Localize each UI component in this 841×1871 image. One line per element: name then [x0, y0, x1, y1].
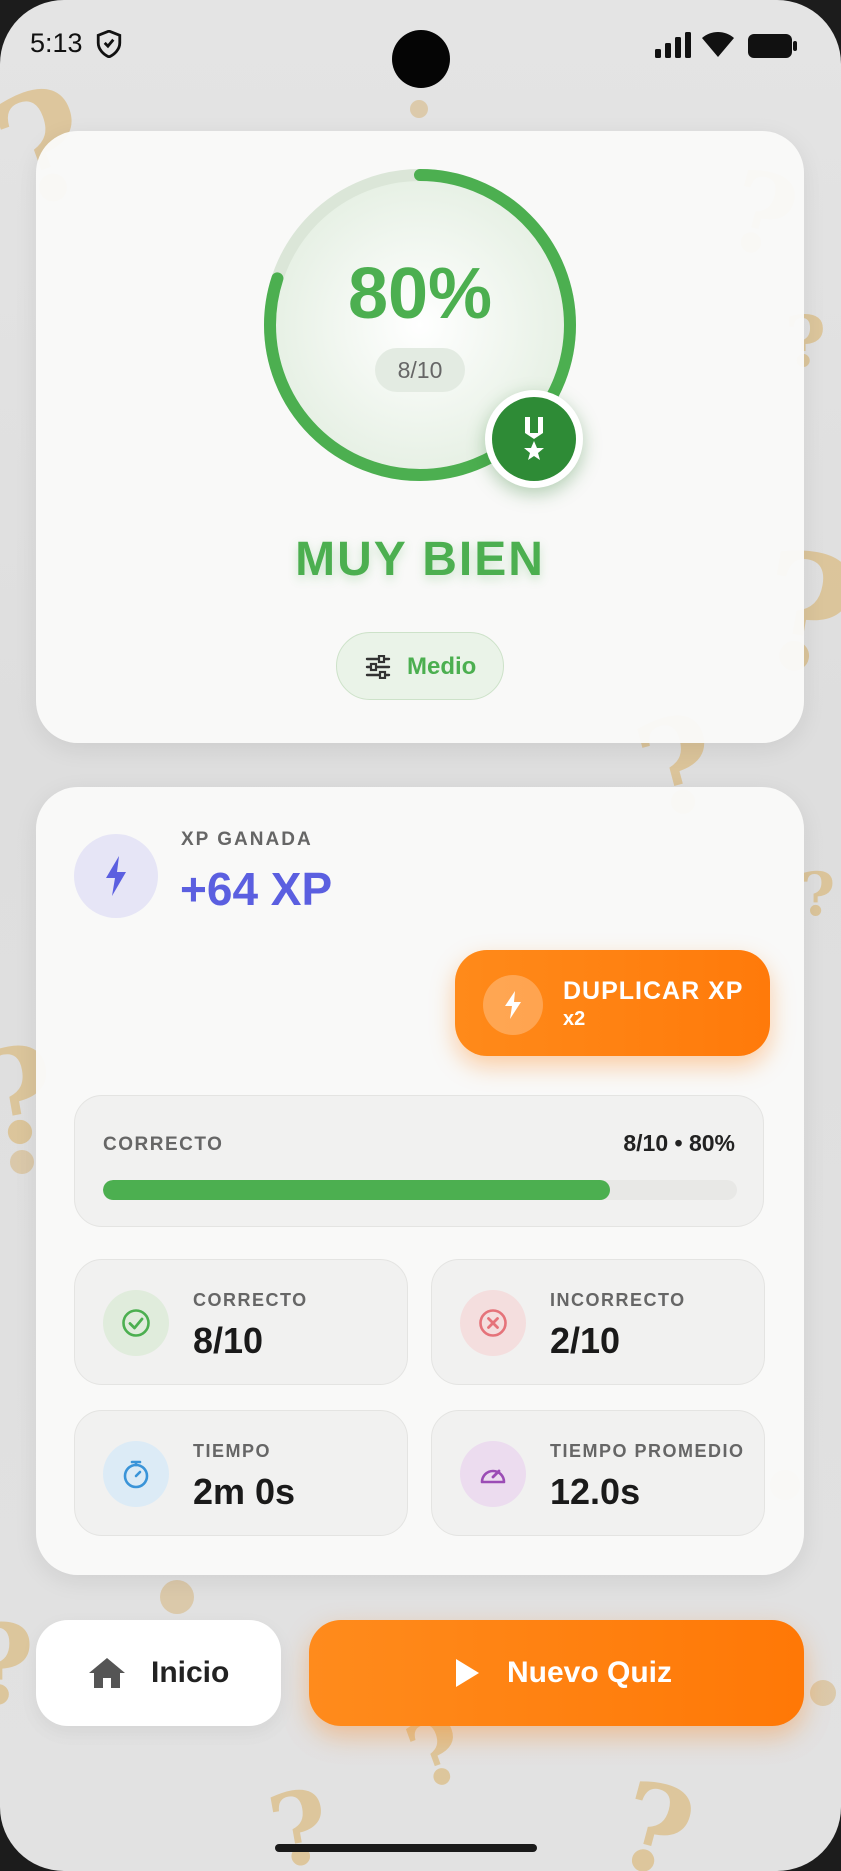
wifi-icon	[702, 32, 734, 57]
medal-badge	[485, 390, 583, 488]
stopwatch-icon	[123, 1460, 149, 1489]
cellular-signal-icon	[655, 32, 691, 58]
correct-progress: CORRECTO 8/10 • 80%	[74, 1095, 764, 1227]
progress-label: CORRECTO	[103, 1134, 224, 1155]
result-verdict: MUY BIEN	[295, 533, 545, 586]
stat-value: 2/10	[550, 1320, 621, 1361]
progress-fill	[103, 1180, 611, 1200]
background-dot	[160, 1580, 194, 1614]
score-fraction: 8/10	[375, 348, 465, 392]
lightning-icon	[106, 856, 126, 896]
sliders-icon	[365, 655, 391, 679]
background-dot	[10, 1150, 34, 1174]
speedometer-icon	[480, 1469, 506, 1484]
difficulty-label: Medio	[407, 653, 477, 680]
stat-label: CORRECTO	[193, 1290, 308, 1310]
stat-average-time: TIEMPO PROMEDIO 12.0s	[431, 1410, 765, 1536]
front-camera	[392, 30, 450, 88]
medal-icon	[524, 417, 544, 460]
background-decoration: ?	[800, 860, 836, 930]
background-dot	[810, 1680, 836, 1706]
xp-value: +64 XP	[180, 863, 333, 915]
x-circle-icon	[479, 1309, 507, 1337]
stat-label: TIEMPO PROMEDIO	[550, 1441, 745, 1461]
battery-icon	[748, 34, 797, 58]
stat-incorrect: INCORRECTO 2/10	[431, 1259, 765, 1385]
play-icon	[456, 1659, 479, 1687]
stat-value: 2m 0s	[193, 1471, 296, 1512]
lightning-icon	[505, 991, 521, 1019]
score-percent: 80%	[347, 254, 493, 334]
stat-time: TIEMPO 2m 0s	[74, 1410, 408, 1536]
new-quiz-button[interactable]: Nuevo Quiz	[309, 1620, 804, 1726]
phone-screen: ? ? ? ? ? ? ? ? ? ? ? 5:13	[0, 0, 841, 1871]
double-xp-button[interactable]: DUPLICAR XP x2	[455, 950, 770, 1056]
stat-label: TIEMPO	[193, 1441, 272, 1461]
home-icon	[89, 1658, 125, 1688]
home-button-label: Inicio	[151, 1656, 230, 1689]
check-circle-icon	[122, 1309, 150, 1337]
stat-value: 12.0s	[550, 1471, 641, 1512]
background-dot	[410, 100, 428, 118]
double-xp-label: DUPLICAR XP	[563, 977, 744, 1005]
stat-value: 8/10	[193, 1320, 264, 1361]
xp-badge	[74, 834, 158, 918]
status-time: 5:13	[30, 28, 83, 58]
shield-icon	[96, 30, 122, 58]
status-bar: 5:13	[0, 0, 841, 90]
progress-stat: 8/10 • 80%	[623, 1130, 735, 1156]
difficulty-chip[interactable]: Medio	[336, 632, 504, 700]
background-decoration: ?	[260, 1765, 339, 1871]
home-button[interactable]: Inicio	[36, 1620, 281, 1726]
stat-label: INCORRECTO	[550, 1290, 686, 1310]
new-quiz-button-label: Nuevo Quiz	[507, 1656, 673, 1689]
stat-correct: CORRECTO 8/10	[74, 1259, 408, 1385]
background-decoration: ?	[0, 1600, 34, 1729]
progress-track	[103, 1180, 737, 1200]
home-indicator[interactable]	[275, 1844, 537, 1852]
xp-label: XP GANADA	[181, 829, 313, 850]
double-xp-multiplier: x2	[563, 1008, 586, 1030]
background-decoration: ?	[602, 1753, 708, 1871]
